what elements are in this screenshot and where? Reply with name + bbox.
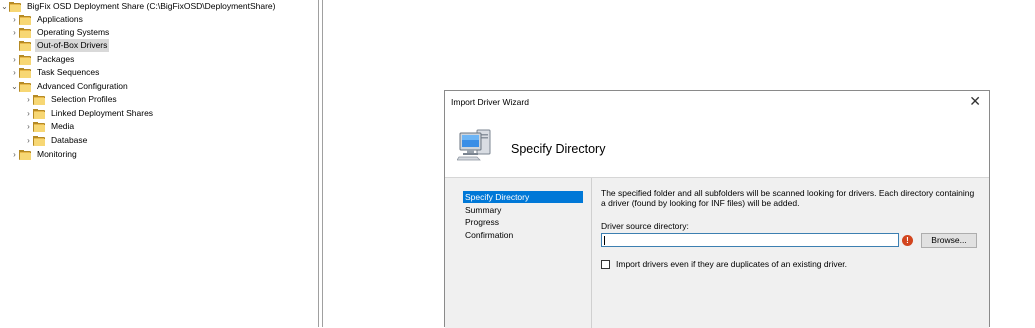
deployment-share-icon	[9, 1, 21, 12]
tree-item-label: BigFix OSD Deployment Share (C:\BigFixOS…	[27, 1, 276, 11]
dialog-titlebar[interactable]: Import Driver Wizard ✕	[445, 91, 989, 112]
tree-item-label: Linked Deployment Shares	[51, 108, 154, 118]
error-icon: !	[902, 235, 913, 246]
chevron-right-icon[interactable]: ›	[24, 134, 33, 147]
tree-item-monitoring[interactable]: › Monitoring	[10, 148, 79, 161]
folder-icon	[19, 54, 31, 65]
chevron-right-icon[interactable]: ›	[10, 26, 19, 39]
deployment-tree: ⌄ BigFix OSD Deployment Share (C:\BigFix…	[0, 0, 318, 327]
tree-item-advanced-configuration[interactable]: ⌄ Advanced Configuration	[10, 80, 130, 93]
tree-item-packages[interactable]: › Packages	[10, 53, 76, 66]
tree-item-label: Selection Profiles	[51, 94, 117, 104]
chevron-right-icon[interactable]: ›	[10, 53, 19, 66]
page-title: Specify Directory	[511, 142, 606, 156]
chevron-down-icon[interactable]: ⌄	[0, 0, 9, 13]
folder-icon	[33, 121, 45, 132]
step-specify-directory: Specify Directory	[463, 191, 583, 203]
chevron-right-icon[interactable]: ›	[10, 13, 19, 26]
tree-item-label: Media	[51, 121, 75, 131]
folder-icon	[19, 14, 31, 25]
wizard-steps: Specify Directory Summary Progress Confi…	[445, 178, 591, 328]
folder-icon	[19, 40, 31, 51]
dialog-title: Import Driver Wizard	[451, 97, 529, 107]
import-driver-wizard: Import Driver Wizard ✕ Specify Directory…	[444, 90, 990, 328]
computer-icon	[457, 129, 491, 161]
wizard-content: The specified folder and all subfolders …	[591, 178, 989, 328]
chevron-right-icon[interactable]: ›	[24, 107, 33, 120]
browse-button[interactable]: Browse...	[921, 233, 977, 248]
tree-item-label: Monitoring	[37, 149, 77, 159]
step-description: The specified folder and all subfolders …	[601, 188, 975, 208]
wizard-header: Specify Directory	[445, 112, 989, 177]
folder-icon	[19, 81, 31, 92]
chevron-right-icon[interactable]: ›	[24, 120, 33, 133]
text-cursor	[604, 236, 605, 245]
tree-item-label: Task Sequences	[37, 67, 100, 77]
database-folder-icon	[33, 135, 45, 146]
tree-item-applications[interactable]: › Applications	[10, 13, 85, 26]
folder-icon	[33, 94, 45, 105]
tree-item-label: Operating Systems	[37, 27, 110, 37]
chevron-right-icon[interactable]: ›	[24, 93, 33, 106]
monitoring-folder-icon	[19, 149, 31, 160]
source-directory-label: Driver source directory:	[601, 221, 689, 231]
tree-item-label: Applications	[37, 14, 83, 24]
step-summary: Summary	[465, 205, 502, 215]
tree-item-out-of-box-drivers[interactable]: Out-of-Box Drivers	[10, 39, 110, 52]
tree-item-media[interactable]: › Media	[24, 120, 76, 133]
tree-item-deployment-share[interactable]: ⌄ BigFix OSD Deployment Share (C:\BigFix…	[0, 0, 277, 13]
folder-icon	[33, 108, 45, 119]
chevron-right-icon[interactable]: ›	[10, 148, 19, 161]
tree-item-operating-systems[interactable]: › Operating Systems	[10, 26, 111, 39]
tree-item-selection-profiles[interactable]: › Selection Profiles	[24, 93, 119, 106]
tree-item-label: Database	[51, 135, 88, 145]
step-progress: Progress	[465, 217, 500, 227]
tree-item-linked-deployment-shares[interactable]: › Linked Deployment Shares	[24, 107, 155, 120]
tree-item-label: Packages	[37, 54, 75, 64]
import-duplicates-checkbox[interactable]	[601, 260, 610, 269]
import-duplicates-label[interactable]: Import drivers even if they are duplicat…	[616, 259, 847, 269]
tree-item-task-sequences[interactable]: › Task Sequences	[10, 66, 101, 79]
step-confirmation: Confirmation	[465, 230, 514, 240]
tree-item-label: Advanced Configuration	[37, 81, 128, 91]
tree-item-database[interactable]: › Database	[24, 134, 89, 147]
chevron-down-icon[interactable]: ⌄	[10, 80, 19, 93]
folder-icon	[19, 27, 31, 38]
pane-splitter[interactable]	[318, 0, 319, 327]
tree-item-label: Out-of-Box Drivers	[35, 39, 110, 52]
close-icon[interactable]: ✕	[969, 93, 981, 109]
source-directory-input[interactable]	[601, 233, 899, 247]
folder-icon	[19, 67, 31, 78]
chevron-right-icon[interactable]: ›	[10, 66, 19, 79]
